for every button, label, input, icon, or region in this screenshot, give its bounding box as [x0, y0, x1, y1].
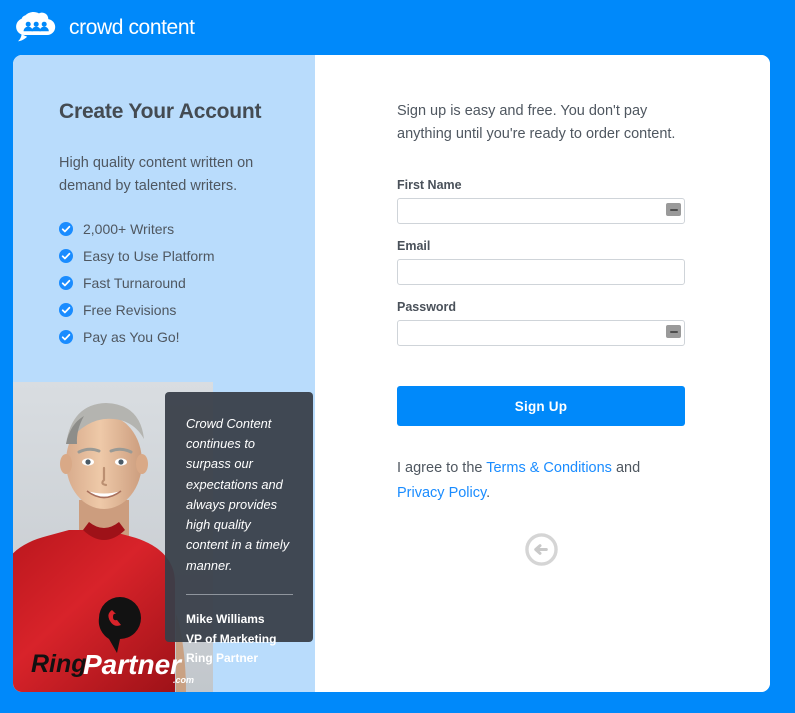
field-email: Email: [397, 239, 770, 286]
password-label: Password: [397, 300, 457, 315]
testimonial-author-name: Mike Williams: [186, 611, 265, 626]
testimonial-attribution: Mike Williams VP of Marketing Ring Partn…: [186, 610, 293, 669]
autofill-icon[interactable]: [666, 203, 681, 217]
brand-header[interactable]: crowd content: [13, 8, 195, 48]
check-circle-icon: [59, 248, 73, 263]
password-input-wrap: [397, 320, 685, 347]
email-input-wrap: [397, 259, 685, 286]
crowd-cloud-icon: [13, 11, 59, 45]
signup-button[interactable]: Sign Up: [397, 386, 685, 427]
list-item-label: Easy to Use Platform: [83, 247, 215, 264]
back-button-row: [397, 533, 685, 566]
first-name-input[interactable]: [397, 198, 685, 225]
email-input[interactable]: [397, 259, 685, 286]
field-password: Password: [397, 300, 770, 347]
page-subtitle: High quality content written on demand b…: [59, 155, 254, 195]
signup-form-panel: Sign up is easy and free. You don't pay …: [315, 55, 770, 692]
feature-list: 2,000+ Writers Easy to Use Platform Fast…: [59, 221, 315, 345]
testimonial-author-company: Ring Partner: [186, 651, 259, 666]
signup-card: Ring Partner .com Crowd Content continue…: [13, 55, 770, 692]
list-item: Pay as You Go!: [59, 329, 315, 345]
brand-name: crowd content: [69, 16, 195, 39]
password-input[interactable]: [397, 320, 685, 347]
agreement-middle: and: [611, 460, 641, 477]
svg-text:Partner: Partner: [83, 649, 183, 680]
field-first-name: First Name: [397, 178, 770, 225]
list-item-label: Pay as You Go!: [83, 328, 180, 345]
testimonial-quote: Crowd Content continues to surpass our e…: [186, 416, 290, 573]
list-item-label: Free Revisions: [83, 301, 177, 318]
testimonial-divider: [186, 593, 293, 595]
testimonial-card: Crowd Content continues to surpass our e…: [165, 392, 313, 665]
check-circle-icon: [59, 275, 73, 290]
email-label: Email: [397, 239, 431, 254]
agreement-prefix: I agree to the: [397, 460, 487, 477]
list-item-label: 2,000+ Writers: [83, 220, 175, 237]
list-item-label: Fast Turnaround: [83, 274, 186, 291]
check-circle-icon: [59, 302, 73, 317]
check-circle-icon: [59, 329, 73, 344]
form-intro-text: Sign up is easy and free. You don't pay …: [397, 103, 676, 143]
agreement-text: I agree to the Terms & Conditions and Pr…: [397, 456, 647, 505]
list-item: Easy to Use Platform: [59, 248, 315, 264]
page-title: Create Your Account: [59, 100, 262, 123]
back-arrow-circle-icon[interactable]: [524, 533, 558, 566]
terms-conditions-link[interactable]: Terms & Conditions: [486, 460, 612, 476]
list-item: Free Revisions: [59, 302, 315, 318]
first-name-input-wrap: [397, 198, 685, 225]
testimonial-author-title: VP of Marketing: [186, 631, 277, 646]
first-name-label: First Name: [397, 178, 462, 193]
list-item: 2,000+ Writers: [59, 221, 315, 237]
svg-text:.com: .com: [173, 675, 194, 685]
left-info-panel: Ring Partner .com Crowd Content continue…: [13, 55, 315, 692]
agreement-suffix: .: [486, 484, 491, 501]
check-circle-icon: [59, 221, 73, 236]
left-panel-content: Create Your Account High quality content…: [13, 55, 315, 345]
list-item: Fast Turnaround: [59, 275, 315, 291]
autofill-icon[interactable]: [666, 325, 681, 339]
privacy-policy-link[interactable]: Privacy Policy: [397, 485, 486, 501]
svg-text:Ring: Ring: [31, 650, 87, 678]
